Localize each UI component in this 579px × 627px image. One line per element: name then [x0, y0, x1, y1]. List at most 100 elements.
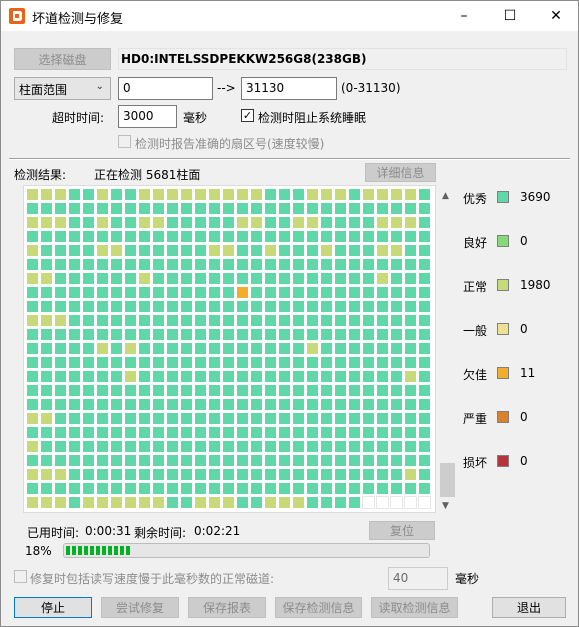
exit-button[interactable]: 退出 [492, 597, 566, 618]
range-mode-select[interactable]: 柱面范围 ⌄ [14, 77, 111, 100]
block-cell [83, 343, 94, 354]
block-cell [83, 217, 94, 228]
block-cell [27, 413, 38, 424]
block-cell [363, 231, 374, 242]
block-cell [405, 455, 416, 466]
block-cell [321, 427, 332, 438]
block-cell [251, 343, 262, 354]
block-cell [223, 399, 234, 410]
block-cell [69, 287, 80, 298]
maximize-button[interactable]: ☐ [487, 1, 533, 31]
title-bar[interactable]: 坏道检测与修复 – ☐ ✕ [1, 1, 578, 31]
block-cell [55, 455, 66, 466]
range-end-input[interactable]: 31130 [241, 77, 337, 100]
block-cell [265, 399, 276, 410]
block-cell [69, 343, 80, 354]
block-cell [223, 301, 234, 312]
block-cell [111, 497, 122, 508]
block-cell [405, 399, 416, 410]
block-cell [139, 301, 150, 312]
block-cell [55, 399, 66, 410]
block-cell [265, 245, 276, 256]
block-cell [391, 301, 402, 312]
scroll-down-icon[interactable]: ▼ [442, 501, 449, 511]
block-cell [181, 483, 192, 494]
block-cell [265, 385, 276, 396]
repair-slow-label[interactable]: 修复时包括读写速度慢于此毫秒数的正常磁道: [30, 570, 274, 587]
block-cell [139, 329, 150, 340]
try-repair-button[interactable]: 尝试修复 [101, 597, 179, 618]
save-info-button[interactable]: 保存检测信息 [275, 597, 362, 618]
block-cell [377, 399, 388, 410]
block-cell [321, 329, 332, 340]
reset-button[interactable]: 复位 [369, 521, 435, 540]
block-cell [55, 287, 66, 298]
block-cell [209, 259, 220, 270]
block-cell [125, 371, 136, 382]
block-cell [27, 301, 38, 312]
block-cell [167, 189, 178, 200]
block-cell [139, 399, 150, 410]
block-map-scrollbar[interactable]: ▲ ▼ [439, 185, 456, 513]
elapsed-time: 0:00:31 [85, 524, 132, 538]
block-cell [181, 343, 192, 354]
block-cell [139, 343, 150, 354]
block-cell [237, 399, 248, 410]
block-cell [405, 203, 416, 214]
block-cell [209, 371, 220, 382]
block-cell [251, 357, 262, 368]
block-cell [69, 245, 80, 256]
block-cell [377, 315, 388, 326]
block-cell [55, 189, 66, 200]
legend-label: 一般 [463, 324, 488, 338]
legend-swatch [497, 191, 509, 203]
block-cell [181, 189, 192, 200]
detail-info-button[interactable]: 详细信息 [365, 163, 436, 182]
block-cell [111, 343, 122, 354]
block-cell [97, 301, 108, 312]
timeout-input[interactable]: 3000 [118, 105, 177, 128]
report-sector-checkbox[interactable] [118, 135, 131, 148]
block-cell [391, 287, 402, 298]
minimize-button[interactable]: – [441, 1, 487, 31]
block-cell [405, 217, 416, 228]
results-label: 检测结果: [14, 168, 67, 182]
block-cell [265, 259, 276, 270]
scroll-thumb[interactable] [440, 463, 455, 497]
block-cell [223, 287, 234, 298]
block-cell [391, 203, 402, 214]
block-cell [293, 497, 304, 508]
block-cell [111, 483, 122, 494]
block-cell [41, 301, 52, 312]
block-cell [83, 203, 94, 214]
range-start-input[interactable]: 0 [118, 77, 213, 100]
block-cell [321, 259, 332, 270]
block-cell [41, 189, 52, 200]
scroll-up-icon[interactable]: ▲ [442, 191, 449, 201]
block-cell [153, 371, 164, 382]
block-cell [97, 427, 108, 438]
block-cell [69, 357, 80, 368]
block-cell [69, 427, 80, 438]
select-disk-button[interactable]: 选择磁盘 [14, 48, 111, 70]
block-cell [363, 273, 374, 284]
block-cell [363, 413, 374, 424]
close-button[interactable]: ✕ [533, 1, 579, 31]
save-report-button[interactable]: 保存报表 [188, 597, 266, 618]
block-cell [349, 189, 360, 200]
block-cell [181, 315, 192, 326]
block-cell [349, 203, 360, 214]
repair-slow-checkbox[interactable] [14, 570, 27, 583]
block-cell [181, 413, 192, 424]
prevent-sleep-checkbox[interactable]: ✓ [241, 109, 254, 122]
block-cell [97, 399, 108, 410]
read-info-button[interactable]: 读取检测信息 [371, 597, 458, 618]
block-cell [167, 483, 178, 494]
block-cell [363, 329, 374, 340]
prevent-sleep-label[interactable]: 检测时阻止系统睡眠 [258, 109, 366, 126]
repair-threshold-input[interactable]: 40 [388, 567, 448, 590]
report-sector-label[interactable]: 检测时报告准确的扇区号(速度较慢) [135, 135, 324, 152]
block-cell [69, 385, 80, 396]
stop-button[interactable]: 停止 [14, 597, 92, 618]
block-cell [209, 427, 220, 438]
